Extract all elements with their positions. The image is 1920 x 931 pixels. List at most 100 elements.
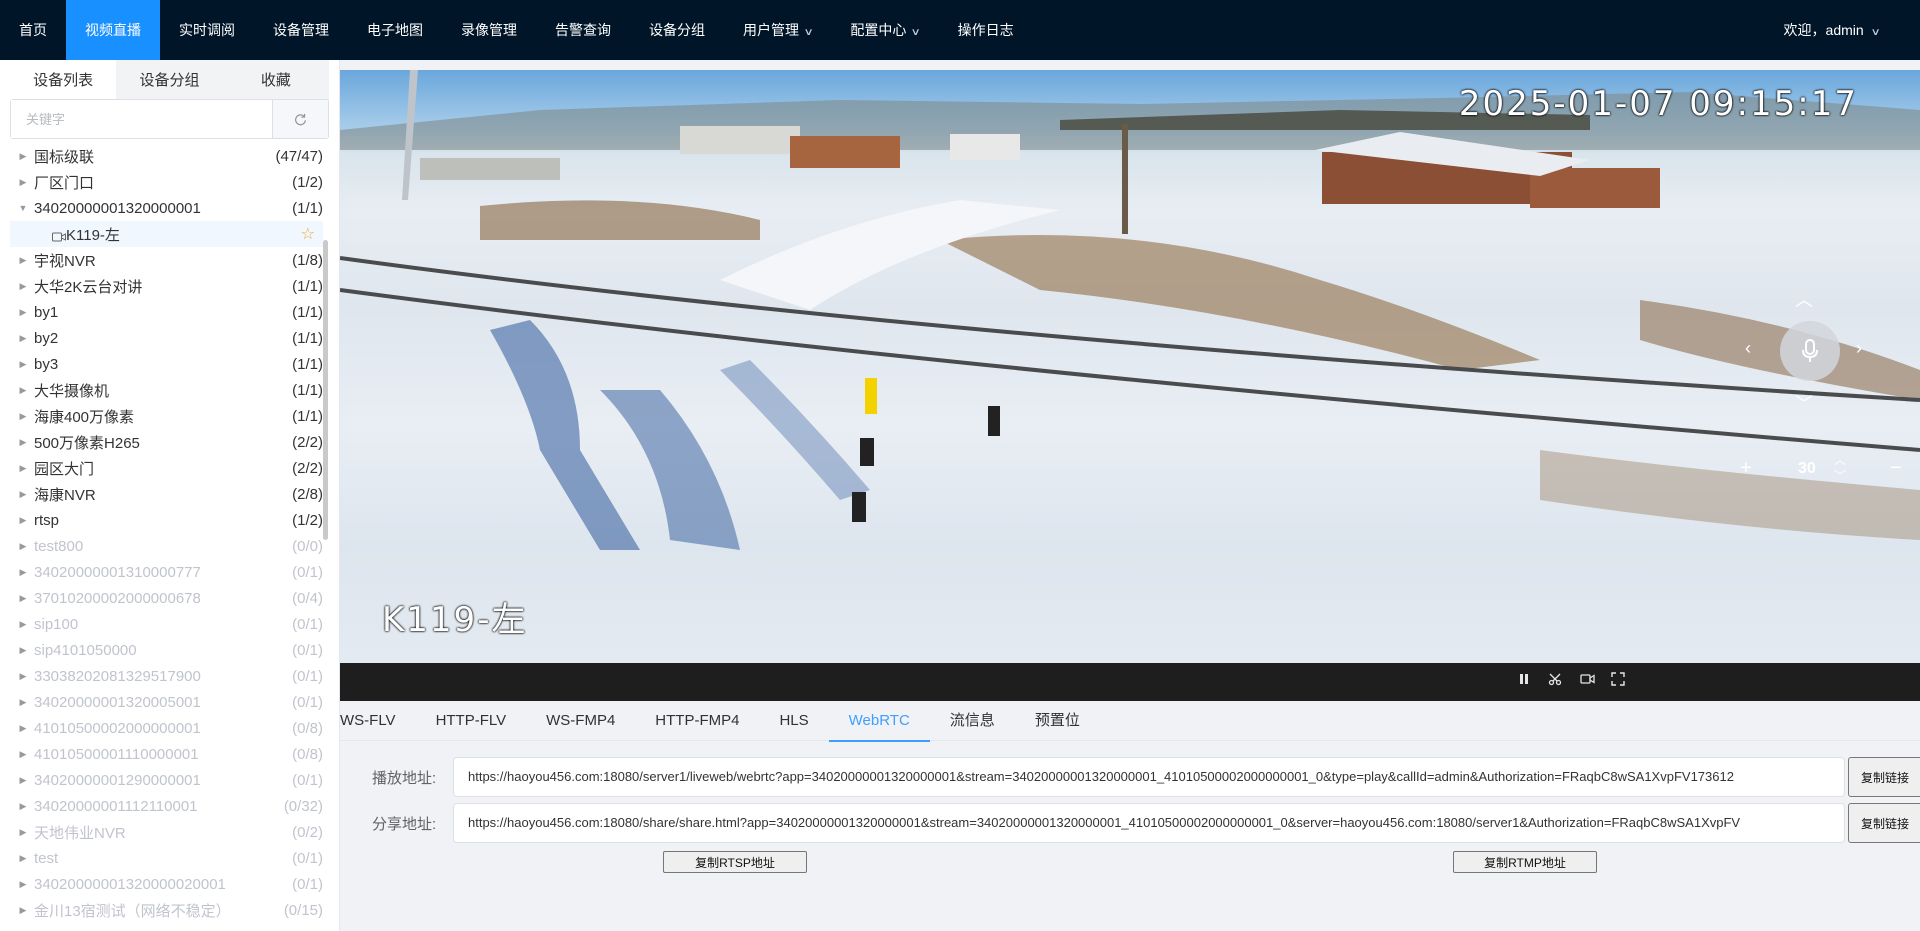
tree-item[interactable]: ▶ 大华摄像机 (1/1) [10, 377, 323, 403]
ptz-right-icon[interactable]: › [1856, 338, 1862, 359]
tree-item[interactable]: ▶ 国标级联 (47/47) [10, 143, 323, 169]
ptz-up-icon[interactable]: ︿ [1795, 286, 1813, 312]
pause-icon[interactable] [1517, 672, 1531, 690]
tree-item[interactable]: ▶ sip100 (0/1) [10, 611, 323, 637]
tree-item[interactable]: ▶ rtsp (1/2) [10, 507, 323, 533]
caret-right-icon[interactable]: ▶ [16, 723, 30, 734]
tree-item[interactable]: ▶ 33038202081329517900 (0/1) [10, 663, 323, 689]
tree-item[interactable]: ▶ 海康NVR (2/8) [10, 481, 323, 507]
zoom-out-icon[interactable]: − [1890, 457, 1902, 480]
tree-channel-item[interactable]: K119-左 ☆ [10, 221, 323, 247]
tree-item[interactable]: ▶ test800 (0/0) [10, 533, 323, 559]
nav-item-7[interactable]: 设备分组 [630, 0, 724, 60]
caret-right-icon[interactable]: ▶ [16, 905, 30, 916]
stream-tab-6[interactable]: 流信息 [930, 701, 1015, 741]
nav-item-5[interactable]: 录像管理 [442, 0, 536, 60]
sidebar-tab-1[interactable]: 设备分组 [116, 60, 223, 101]
tree-item[interactable]: ▼ 34020000001320000001 (1/1) [10, 195, 323, 221]
caret-right-icon[interactable]: ▶ [16, 515, 30, 526]
stream-tab-5[interactable]: WebRTC [828, 701, 930, 742]
share-url-input[interactable]: https://haoyou456.com:18080/share/share.… [453, 803, 1845, 843]
caret-right-icon[interactable]: ▶ [16, 879, 30, 890]
caret-right-icon[interactable]: ▶ [16, 307, 30, 318]
caret-right-icon[interactable]: ▶ [16, 749, 30, 760]
user-menu[interactable]: 欢迎，admin ∨ [1784, 0, 1881, 60]
nav-item-1[interactable]: 视频直播 [66, 0, 160, 60]
stream-tab-2[interactable]: WS-FMP4 [526, 701, 635, 741]
caret-down-icon[interactable]: ▼ [16, 203, 30, 213]
zoom-step-down-icon[interactable]: ﹀ [1834, 467, 1846, 484]
sidebar-tab-2[interactable]: 收藏 [222, 60, 329, 101]
caret-right-icon[interactable]: ▶ [16, 411, 30, 422]
tree-item[interactable]: ▶ 34020000001112110001 (0/32) [10, 793, 323, 819]
tree-item[interactable]: ▶ 37010200002000000678 (0/4) [10, 585, 323, 611]
caret-right-icon[interactable]: ▶ [16, 463, 30, 474]
sidebar-scrollbar[interactable] [323, 240, 328, 540]
nav-item-0[interactable]: 首页 [0, 0, 66, 60]
tree-item[interactable]: ▶ sip4101050000 (0/1) [10, 637, 323, 663]
caret-right-icon[interactable]: ▶ [16, 567, 30, 578]
stream-tab-1[interactable]: HTTP-FLV [416, 701, 527, 741]
search-input[interactable] [11, 100, 272, 138]
stream-tab-0[interactable]: WS-FLV [340, 701, 416, 741]
tree-item[interactable]: ▶ 厂区门口 (1/2) [10, 169, 323, 195]
stream-tab-4[interactable]: HLS [759, 701, 828, 741]
caret-right-icon[interactable]: ▶ [16, 255, 30, 266]
caret-right-icon[interactable]: ▶ [16, 593, 30, 604]
nav-item-9[interactable]: 配置中心 ∨ [831, 0, 938, 60]
tree-item[interactable]: ▶ test (0/1) [10, 845, 323, 871]
caret-right-icon[interactable]: ▶ [16, 671, 30, 682]
screenshot-scissors-icon[interactable] [1548, 672, 1562, 690]
nav-item-8[interactable]: 用户管理 ∨ [724, 0, 831, 60]
tree-item[interactable]: ▶ 34020000001320000020001 (0/1) [10, 871, 323, 897]
copy-rtmp-button[interactable]: 复制RTMP地址 [1453, 851, 1597, 873]
caret-right-icon[interactable]: ▶ [16, 333, 30, 344]
nav-item-3[interactable]: 设备管理 [254, 0, 348, 60]
tree-item[interactable]: ▶ 34020000001310000777 (0/1) [10, 559, 323, 585]
caret-right-icon[interactable]: ▶ [16, 541, 30, 552]
caret-right-icon[interactable]: ▶ [16, 437, 30, 448]
video-player[interactable]: 2025-01-07 09:15:17 K119-左 ︿ ‹ › ﹀ + 30 … [340, 70, 1920, 663]
copy-play-url-button[interactable]: 复制链接 [1848, 757, 1920, 797]
zoom-in-icon[interactable]: + [1740, 457, 1752, 480]
caret-right-icon[interactable]: ▶ [16, 853, 30, 864]
microphone-icon[interactable] [1780, 321, 1840, 381]
copy-share-url-button[interactable]: 复制链接 [1848, 803, 1920, 843]
ptz-left-icon[interactable]: ‹ [1745, 338, 1751, 359]
caret-right-icon[interactable]: ▶ [16, 645, 30, 656]
caret-right-icon[interactable]: ▶ [16, 281, 30, 292]
refresh-icon[interactable] [272, 100, 328, 138]
caret-right-icon[interactable]: ▶ [16, 697, 30, 708]
caret-right-icon[interactable]: ▶ [16, 619, 30, 630]
tree-item[interactable]: ▶ 海康400万像素 (1/1) [10, 403, 323, 429]
tree-item[interactable]: ▶ by2 (1/1) [10, 325, 323, 351]
caret-right-icon[interactable]: ▶ [16, 359, 30, 370]
sidebar-tab-0[interactable]: 设备列表 [10, 60, 117, 101]
caret-right-icon[interactable]: ▶ [16, 775, 30, 786]
play-url-input[interactable]: https://haoyou456.com:18080/server1/live… [453, 757, 1845, 797]
caret-right-icon[interactable]: ▶ [16, 151, 30, 162]
nav-item-6[interactable]: 告警查询 [536, 0, 630, 60]
nav-item-10[interactable]: 操作日志 [939, 0, 1033, 60]
tree-item[interactable]: ▶ 园区大门 (2/2) [10, 455, 323, 481]
tree-item[interactable]: ▶ 宇视NVR (1/8) [10, 247, 323, 273]
caret-right-icon[interactable]: ▶ [16, 827, 30, 838]
tree-item[interactable]: ▶ by3 (1/1) [10, 351, 323, 377]
tree-item[interactable]: ▶ 大华2K云台对讲 (1/1) [10, 273, 323, 299]
tree-item[interactable]: ▶ 41010500002000000001 (0/8) [10, 715, 323, 741]
nav-item-4[interactable]: 电子地图 [348, 0, 442, 60]
favorite-star-icon[interactable]: ☆ [301, 224, 315, 244]
record-icon[interactable] [1580, 672, 1595, 690]
ptz-down-icon[interactable]: ﹀ [1795, 390, 1813, 416]
tree-item[interactable]: ▶ 34020000001320005001 (0/1) [10, 689, 323, 715]
nav-item-2[interactable]: 实时调阅 [160, 0, 254, 60]
tree-item[interactable]: ▶ 41010500001110000001 (0/8) [10, 741, 323, 767]
copy-rtsp-button[interactable]: 复制RTSP地址 [663, 851, 807, 873]
stream-tab-3[interactable]: HTTP-FMP4 [635, 701, 759, 741]
fullscreen-icon[interactable] [1611, 672, 1625, 690]
caret-right-icon[interactable]: ▶ [16, 385, 30, 396]
stream-tab-7[interactable]: 预置位 [1015, 701, 1100, 741]
tree-item[interactable]: ▶ 34020000001290000001 (0/1) [10, 767, 323, 793]
caret-right-icon[interactable]: ▶ [16, 177, 30, 188]
caret-right-icon[interactable]: ▶ [16, 489, 30, 500]
